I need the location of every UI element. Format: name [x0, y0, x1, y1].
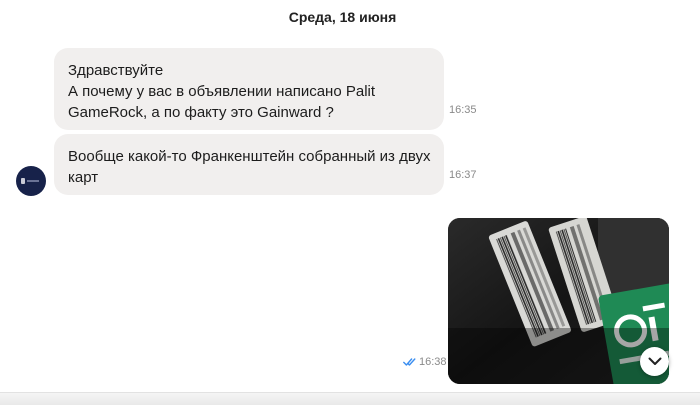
- message-text-line: GameRock, а по факту это Gainward ?: [68, 104, 334, 121]
- message-time: 16:37: [449, 169, 477, 181]
- message-text-line: карт: [68, 169, 99, 186]
- composer-bar-edge: [0, 392, 700, 405]
- double-check-icon: [403, 358, 416, 366]
- avatar-glyph: [27, 180, 39, 182]
- message-bubble-incoming[interactable]: Вообще какой-то Франкенштейн собранный и…: [54, 134, 444, 195]
- avatar[interactable]: [16, 166, 46, 196]
- scrollbar-track[interactable]: [688, 0, 700, 392]
- message-text-line: А почему у вас в объявлении написано Pal…: [68, 83, 376, 100]
- photo-image: [448, 218, 669, 384]
- message-bubble-incoming[interactable]: Здравствуйте А почему у вас в объявлении…: [54, 48, 444, 130]
- message-time: 16:38: [419, 356, 447, 368]
- message-photo[interactable]: [448, 218, 669, 384]
- message-text-line: Здравствуйте: [68, 62, 164, 79]
- message-time: 16:35: [449, 104, 477, 116]
- date-separator: Среда, 18 июня: [288, 9, 397, 25]
- message-text-line: Вообще какой-то Франкенштейн собранный и…: [68, 148, 431, 165]
- scroll-to-bottom-button[interactable]: [640, 347, 669, 376]
- chevron-down-icon: [648, 357, 661, 365]
- avatar-glyph: [21, 178, 25, 184]
